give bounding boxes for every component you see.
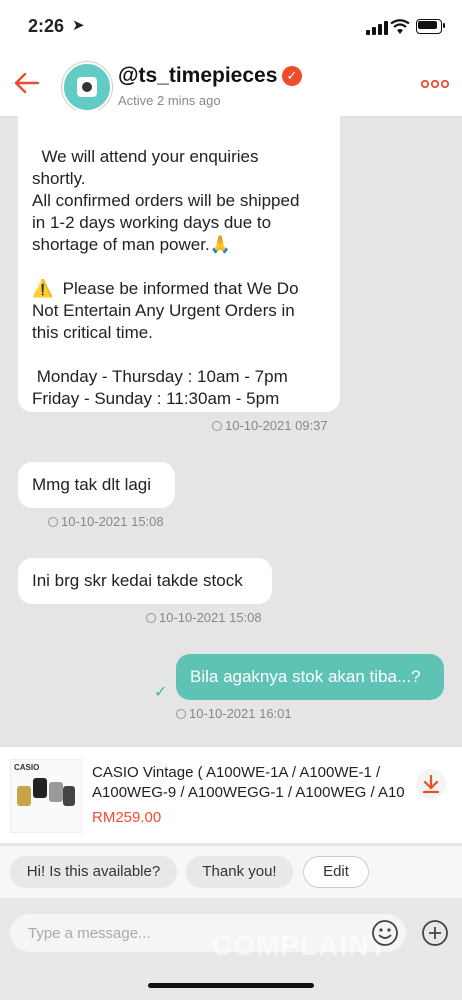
message-line: this critical time. [32, 323, 153, 342]
product-price: RM259.00 [92, 809, 162, 826]
shop-name[interactable]: @ts_timepieces [118, 64, 277, 88]
edit-quick-replies-button[interactable]: Edit [303, 856, 369, 888]
product-image[interactable]: CASIO [10, 759, 82, 833]
product-title[interactable]: CASIO Vintage ( A100WE-1A / A100WE-1 / A… [92, 763, 412, 803]
more-options-icon[interactable] [420, 74, 450, 94]
message-line: in 1-2 days working days due to [32, 213, 272, 232]
message-input-bar: COMPLAINT [0, 898, 462, 1000]
message-text: Bila agaknya stok akan tiba...? [190, 667, 421, 686]
read-check-icon: ✓ [154, 684, 168, 701]
status-time: 2:26 [28, 16, 65, 36]
timestamp-text: 10-10-2021 16:01 [189, 706, 292, 721]
emoji-icon[interactable] [370, 918, 400, 948]
timestamp-text: 10-10-2021 15:08 [159, 610, 262, 625]
quick-reply-chip[interactable]: Thank you! [186, 856, 293, 888]
message-line: shortage of man power.🙏 [32, 235, 231, 254]
message-line: shortly. [32, 169, 86, 188]
watch-graphic [49, 782, 63, 802]
message-line: ⚠️ Please be informed that We Do [32, 279, 299, 298]
timestamp-text: 10-10-2021 09:37 [225, 418, 328, 433]
clock-icon [146, 612, 156, 623]
message-bubble[interactable]: Ini brg skr kedai takde stock [18, 558, 272, 604]
wifi-icon [390, 19, 410, 34]
chat-header: @ts_timepieces ✓ Active 2 mins ago [0, 54, 462, 117]
message-text: Ini brg skr kedai takde stock [32, 571, 243, 590]
home-indicator [148, 983, 314, 988]
message-timestamp: 10-10-2021 15:08 [146, 610, 262, 625]
watch-graphic [33, 778, 47, 798]
message-line: All confirmed orders will be shipped [32, 191, 300, 210]
quick-replies: Hi! Is this available? Thank you! Edit [0, 846, 462, 898]
verified-badge-icon: ✓ [282, 66, 302, 86]
message-bubble[interactable]: We will attend your enquiries shortly. A… [18, 110, 340, 412]
download-icon[interactable] [416, 769, 446, 799]
clock-icon [176, 708, 186, 719]
message-timestamp: 10-10-2021 09:37 [212, 418, 328, 433]
clock-icon [212, 420, 222, 431]
back-arrow-icon[interactable] [12, 68, 42, 98]
message-text: Mmg tak dlt lagi [32, 475, 152, 494]
quick-reply-chip[interactable]: Hi! Is this available? [10, 856, 177, 888]
product-image-brand: CASIO [14, 763, 40, 772]
product-card[interactable]: CASIO CASIO Vintage ( A100WE-1A / A100WE… [0, 746, 462, 843]
message-line: Friday - Sunday : 11:30am - 5pm [32, 389, 280, 408]
watch-graphic [63, 786, 75, 806]
shop-avatar[interactable] [62, 62, 112, 112]
location-arrow-icon: ➤ [72, 17, 85, 34]
active-status: Active 2 mins ago [118, 93, 221, 108]
shop-logo-icon [77, 77, 97, 97]
battery-icon [416, 19, 445, 34]
message-bubble[interactable]: Mmg tak dlt lagi [18, 462, 175, 508]
signal-icon [366, 21, 388, 35]
plus-circle-icon[interactable] [420, 918, 450, 948]
message-line: We will attend your enquiries [32, 147, 259, 166]
message-line: Not Entertain Any Urgent Orders in [32, 301, 295, 320]
message-line [32, 344, 326, 366]
message-timestamp: 10-10-2021 16:01 [176, 706, 292, 721]
message-timestamp: 10-10-2021 15:08 [48, 514, 164, 529]
message-line: Monday - Thursday : 10am - 7pm [32, 367, 288, 386]
watch-graphic [17, 786, 31, 806]
watermark: COMPLAINT [212, 930, 388, 961]
timestamp-text: 10-10-2021 15:08 [61, 514, 164, 529]
message-line [32, 256, 326, 278]
clock-icon [48, 516, 58, 527]
message-bubble-outgoing[interactable]: Bila agaknya stok akan tiba...? [176, 654, 444, 700]
status-bar: 2:26 ➤ [0, 0, 462, 54]
